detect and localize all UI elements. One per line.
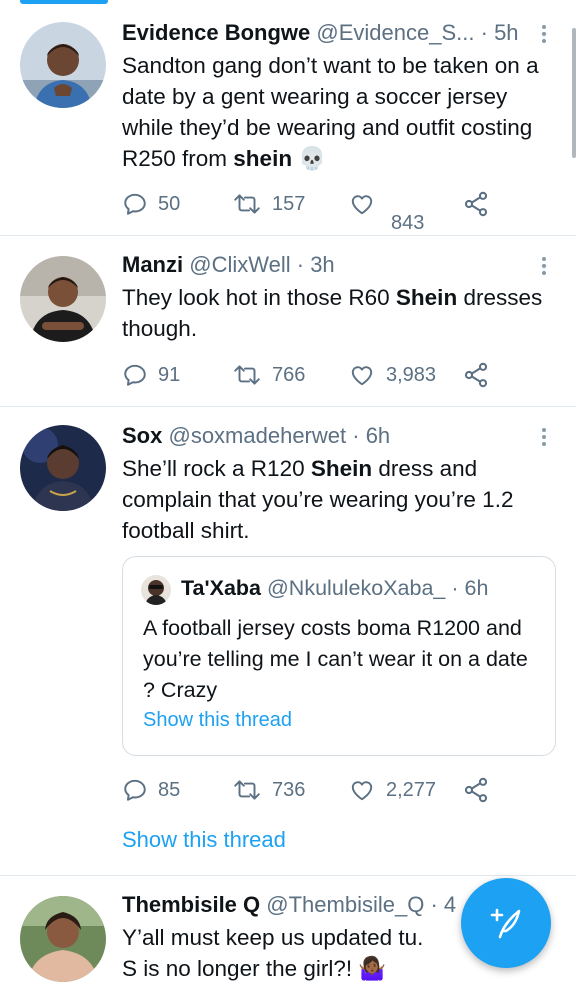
avatar[interactable] [20, 256, 106, 342]
retweet-count: 766 [272, 363, 306, 386]
author-name[interactable]: Sox [122, 423, 162, 448]
reply-count: 50 [158, 192, 181, 215]
reply-button[interactable]: 50 [122, 189, 180, 219]
reply-count: 85 [158, 778, 181, 801]
like-count: 843 [391, 212, 425, 234]
share-icon [464, 362, 488, 388]
author-handle[interactable]: @soxmadeherwet [168, 423, 346, 448]
retweet-icon [234, 780, 260, 800]
tweet-text-part: Sandton gang don’t want to be taken on a… [122, 53, 539, 171]
avatar[interactable] [20, 22, 106, 108]
avatar[interactable] [20, 896, 106, 982]
tweet-actions: 91 766 3,983 [122, 360, 490, 390]
like-button[interactable]: 2,277 [348, 775, 436, 805]
tweet-text-keyword: shein [233, 146, 293, 171]
tweet-header: Thembisile Q @Thembisile_Q · 4 [122, 890, 456, 920]
like-button[interactable]: 3,983 [348, 360, 436, 390]
compose-tweet-button[interactable] [461, 878, 551, 968]
like-count: 3,983 [386, 363, 437, 386]
quoted-avatar[interactable] [141, 575, 171, 605]
tweet-header: Evidence Bongwe @Evidence_S... · 5h [122, 18, 532, 48]
retweet-count: 736 [272, 778, 306, 801]
tweet-actions: 85 736 2,277 [122, 775, 490, 805]
retweet-button[interactable]: 766 [232, 360, 305, 390]
reply-count: 91 [158, 363, 181, 386]
reply-button[interactable]: 91 [122, 360, 180, 390]
author-name[interactable]: Evidence Bongwe [122, 20, 310, 45]
tweet-text: They look hot in those R60 Shein dresses… [122, 282, 550, 344]
reply-button[interactable]: 85 [122, 775, 180, 805]
share-button[interactable] [462, 189, 490, 219]
tweet-actions: 50 157 [122, 189, 490, 219]
reply-icon [124, 193, 146, 215]
heart-icon [351, 195, 373, 215]
author-handle[interactable]: @Thembisile_Q [266, 892, 424, 917]
tweet-header: Sox @soxmadeherwet · 6h [122, 421, 532, 451]
like-count: 2,277 [386, 778, 437, 801]
retweet-button[interactable]: 157 [232, 189, 305, 219]
quoted-author-handle[interactable]: @NkululekoXaba_ [267, 576, 445, 600]
quoted-header: Ta'Xaba @NkululekoXaba_ · 6h [181, 573, 545, 603]
author-handle[interactable]: @ClixWell [189, 252, 290, 277]
tweet-time: · 4 [430, 892, 456, 917]
tweet-text: Sandton gang don’t want to be taken on a… [122, 50, 550, 174]
share-button[interactable] [462, 775, 490, 805]
quoted-tweet[interactable]: Ta'Xaba @NkululekoXaba_ · 6h A football … [122, 556, 556, 756]
tweet-time: · 6h [352, 423, 391, 448]
tweet-text-keyword: Shein [310, 456, 373, 481]
tweet-item[interactable]: Manzi @ClixWell · 3h They look hot in th… [0, 236, 576, 407]
tweet-time: · 3h [296, 252, 335, 277]
retweet-count: 157 [272, 192, 306, 215]
retweet-icon [234, 194, 260, 214]
reply-icon [124, 779, 146, 801]
tweet-item[interactable]: Evidence Bongwe @Evidence_S... · 5h Sand… [0, 0, 576, 236]
more-options-icon[interactable] [536, 425, 552, 449]
avatar[interactable] [20, 425, 106, 511]
show-thread-link[interactable]: Show this thread [122, 827, 286, 853]
retweet-icon [234, 365, 260, 385]
tweet-text-part: They look hot in those R60 [122, 285, 396, 310]
heart-icon [351, 781, 373, 801]
tweet-item[interactable]: Sox @soxmadeherwet · 6h She’ll rock a R1… [0, 407, 576, 876]
author-handle[interactable]: @Evidence_S... [316, 20, 474, 45]
tweet-text-part: 💀 [292, 146, 327, 171]
tweet-time: · 5h [480, 20, 519, 45]
more-options-icon[interactable] [536, 22, 552, 46]
quoted-tweet-time: · 6h [451, 576, 489, 600]
share-icon [464, 777, 488, 803]
share-icon [464, 191, 488, 217]
tweet-header: Manzi @ClixWell · 3h [122, 250, 532, 280]
quoted-author-name[interactable]: Ta'Xaba [181, 576, 261, 600]
author-name[interactable]: Manzi [122, 252, 183, 277]
heart-icon [351, 366, 373, 386]
share-button[interactable] [462, 360, 490, 390]
tweet-text-keyword: Shein [395, 285, 458, 310]
like-button[interactable] [348, 189, 376, 219]
quoted-tweet-text: A football jersey costs boma R1200 and y… [143, 616, 528, 702]
more-options-icon[interactable] [536, 254, 552, 278]
tweet-text-part: She’ll rock a R120 [122, 456, 311, 481]
retweet-button[interactable]: 736 [232, 775, 305, 805]
compose-tweet-icon [490, 908, 521, 939]
tweet-text: She’ll rock a R120 Shein dress and compl… [122, 453, 550, 546]
reply-icon [124, 364, 146, 386]
tweet-text: Y’all must keep us updated tu. S is no l… [122, 925, 424, 981]
quoted-show-thread-link[interactable]: Show this thread [143, 709, 292, 732]
author-name[interactable]: Thembisile Q [122, 892, 260, 917]
